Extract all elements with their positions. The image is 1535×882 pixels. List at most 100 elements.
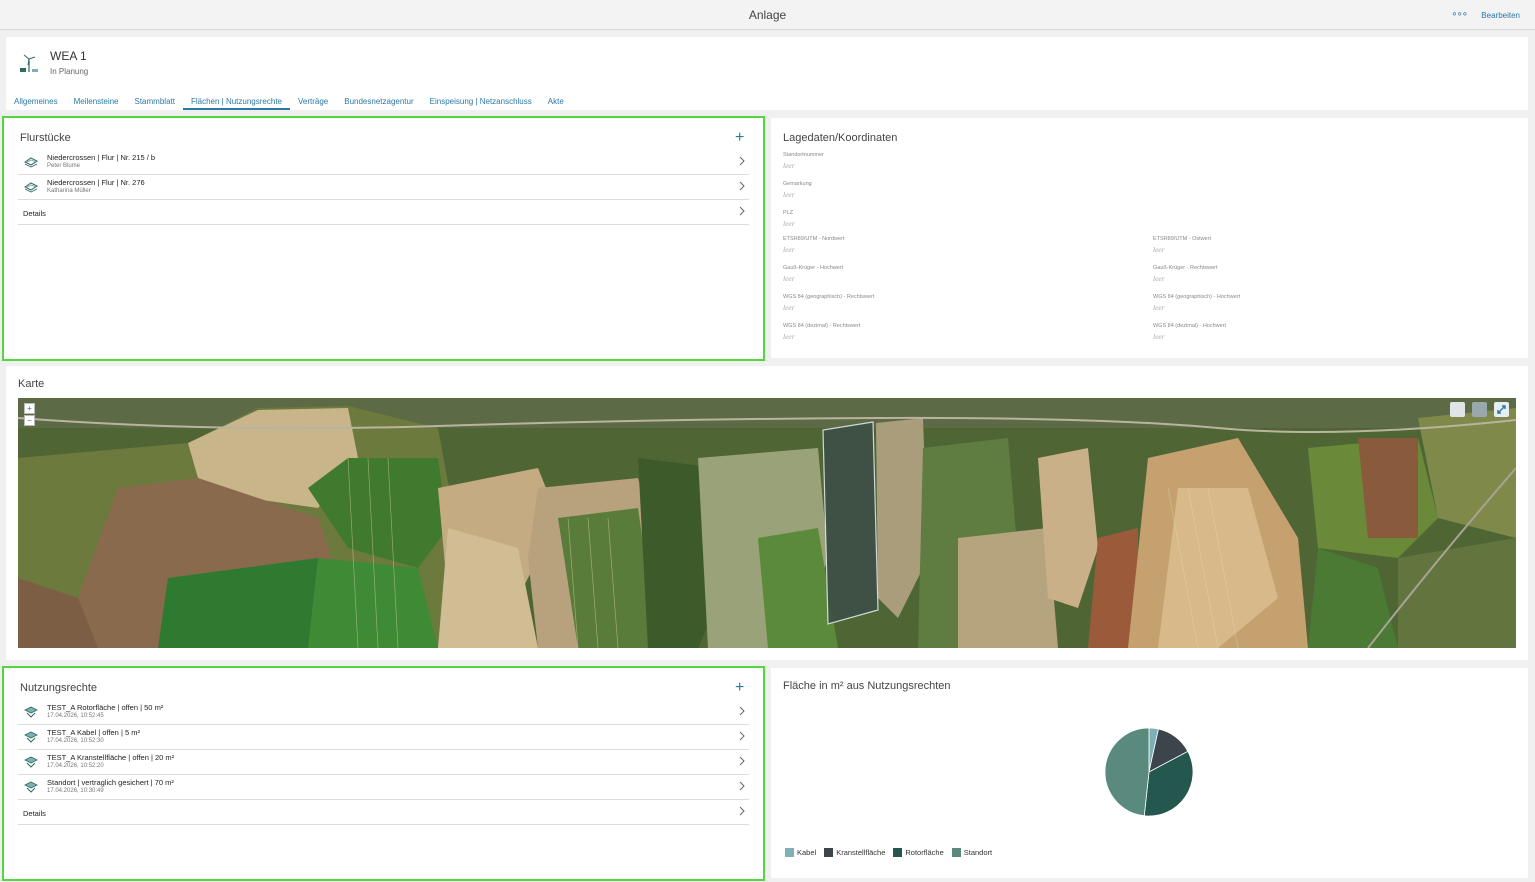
legend-item[interactable]: Kabel [785, 848, 816, 857]
field-value: leer [783, 332, 795, 341]
legend-label: Kranstellfläche [836, 848, 886, 857]
tab-flaechen-nutzungsrechte[interactable]: Flächen | Nutzungsrechte [182, 95, 290, 110]
field-label: WGS 84 (dezimal) - Hochwert [1153, 323, 1227, 329]
tab-allgemeines[interactable]: Allgemeines [6, 95, 66, 110]
page-title: Anlage [748, 8, 787, 22]
chart-legend: Kabel Kranstellfläche Rotorfläche Standort [785, 848, 1000, 857]
nutzungsrechte-list: TEST_A Rotorfläche | offen | 50 m² 17.04… [18, 700, 749, 825]
usage-right-icon [24, 781, 38, 793]
list-item-title: Niedercrossen | Flur | Nr. 276 [47, 178, 145, 187]
list-item[interactable]: TEST_A Rotorfläche | offen | 50 m² 17.04… [18, 700, 749, 725]
chevron-right-icon [739, 806, 745, 816]
chart-panel: Fläche in m² aus Nutzungsrechten Kabel Kr… [771, 668, 1528, 878]
zoom-out-button[interactable]: − [24, 415, 35, 426]
chevron-right-icon [739, 181, 745, 191]
flurstuecke-panel: Flurstücke + Niedercrossen | Flur | Nr. … [2, 116, 765, 361]
lagedaten-panel: Lagedaten/Koordinaten Standortnummer lee… [771, 118, 1528, 358]
field-label: ETSR89/UTM - Ostwert [1153, 236, 1212, 242]
list-item-timestamp: 17.04.2026, 10:52:45 [47, 713, 104, 719]
list-item[interactable]: TEST_A Kranstellfläche | offen | 20 m² 1… [18, 750, 749, 775]
field-value: leer [783, 274, 795, 283]
map-imagery [18, 398, 1516, 648]
field-label: PLZ [783, 210, 794, 216]
legend-swatch [785, 848, 794, 857]
list-item-timestamp: 17.04.2026, 10:52:30 [47, 738, 104, 744]
details-label: Details [23, 809, 46, 818]
field-value: leer [1153, 332, 1165, 341]
list-item[interactable]: Niedercrossen | Flur | Nr. 215 / b Peter… [18, 150, 749, 175]
legend-label: Standort [963, 848, 993, 857]
usage-right-icon [24, 706, 38, 718]
more-options-icon[interactable]: ∘∘∘ [1451, 9, 1468, 20]
details-row[interactable]: Details [18, 800, 749, 825]
wind-turbine-icon [20, 54, 38, 72]
tab-vertraege[interactable]: Verträge [290, 95, 336, 110]
flurstuecke-list: Niedercrossen | Flur | Nr. 215 / b Peter… [18, 150, 749, 225]
list-item[interactable]: Standort | vertraglich gesichert | 70 m²… [18, 775, 749, 800]
nutzungsrechte-title: Nutzungsrechte [20, 682, 98, 694]
field-value: leer [783, 245, 795, 254]
satellite-map[interactable]: + − [18, 398, 1516, 648]
tab-bar: Allgemeines Meilensteine Stammblatt Fläc… [6, 95, 572, 110]
list-item-title: TEST_A Kabel | offen | 5 m² [47, 728, 140, 737]
field-value: leer [783, 303, 795, 312]
list-item[interactable]: TEST_A Kabel | offen | 5 m² 17.04.2026, … [18, 725, 749, 750]
layers-icon[interactable] [1472, 402, 1487, 417]
list-item-owner: Katharina Müller [47, 188, 91, 194]
list-item-title: Niedercrossen | Flur | Nr. 215 / b [47, 153, 156, 162]
legend-label: Kabel [797, 848, 817, 857]
legend-item[interactable]: Standort [951, 848, 993, 857]
details-row[interactable]: Details [18, 200, 749, 225]
legend-item[interactable]: Rotorfläche [893, 848, 944, 857]
app-topbar: Anlage ∘∘∘ Bearbeiten [0, 0, 1535, 30]
list-item-title: TEST_A Kranstellfläche | offen | 20 m² [47, 753, 175, 762]
legend-swatch [824, 848, 834, 857]
lagedaten-title: Lagedaten/Koordinaten [783, 132, 898, 144]
nutzungsrechte-panel: Nutzungsrechte + TEST_A Rotorfläche | of… [2, 666, 765, 881]
chevron-right-icon [739, 781, 745, 791]
pie-slice-standort[interactable] [1104, 727, 1150, 817]
field-label: WGS 84 (geographisch) - Rechtswert [783, 294, 875, 300]
usage-right-icon [24, 731, 38, 743]
karte-title: Karte [18, 378, 45, 390]
tab-einspeisung-netzanschluss[interactable]: Einspeisung | Netzanschluss [422, 95, 540, 110]
parcel-icon [24, 157, 38, 168]
field-value: leer [783, 161, 795, 170]
list-item-title: TEST_A Rotorfläche | offen | 50 m² [47, 703, 164, 712]
chart-title: Fläche in m² aus Nutzungsrechten [783, 680, 951, 692]
chevron-right-icon [739, 206, 745, 216]
legend-swatch [951, 848, 961, 857]
draw-tool-icon[interactable] [1450, 402, 1465, 417]
asset-header: WEA 1 In Planung Allgemeines Meilenstein… [6, 37, 1528, 110]
list-item-timestamp: 17.04.2026, 10:30:49 [47, 788, 104, 794]
add-nutzungsrecht-button[interactable]: + [735, 680, 744, 696]
field-label: Gemarkung [783, 181, 812, 187]
tab-meilensteine[interactable]: Meilensteine [66, 95, 127, 110]
chevron-right-icon [739, 731, 745, 741]
list-item-timestamp: 17.04.2026, 10:52:20 [47, 763, 104, 769]
asset-status: In Planung [50, 67, 89, 76]
field-value: leer [1153, 245, 1165, 254]
parcel-icon [24, 182, 38, 193]
usage-right-icon [24, 756, 38, 768]
zoom-in-button[interactable]: + [24, 403, 35, 414]
list-item[interactable]: Niedercrossen | Flur | Nr. 276 Katharina… [18, 175, 749, 200]
edit-button[interactable]: Bearbeiten [1481, 11, 1520, 20]
field-label: ETSR89/UTM - Nordwert [783, 236, 845, 242]
add-flurstueck-button[interactable]: + [735, 130, 744, 146]
tab-akte[interactable]: Akte [540, 95, 572, 110]
fullscreen-icon[interactable] [1494, 402, 1509, 417]
legend-item[interactable]: Kranstellfläche [824, 848, 885, 857]
field-value: leer [1153, 303, 1165, 312]
field-label: Standortnummer [783, 152, 824, 158]
pie-chart[interactable] [1099, 722, 1199, 822]
details-label: Details [23, 209, 46, 218]
list-item-title: Standort | vertraglich gesichert | 70 m² [47, 778, 174, 787]
chevron-right-icon [739, 756, 745, 766]
field-label: Gauß-Krüger - Hochwert [783, 265, 844, 271]
tab-stammblatt[interactable]: Stammblatt [127, 95, 183, 110]
flurstuecke-title: Flurstücke [20, 132, 71, 144]
chevron-right-icon [739, 706, 745, 716]
legend-label: Rotorfläche [905, 848, 944, 857]
tab-bundesnetzagentur[interactable]: Bundesnetzagentur [336, 95, 421, 110]
